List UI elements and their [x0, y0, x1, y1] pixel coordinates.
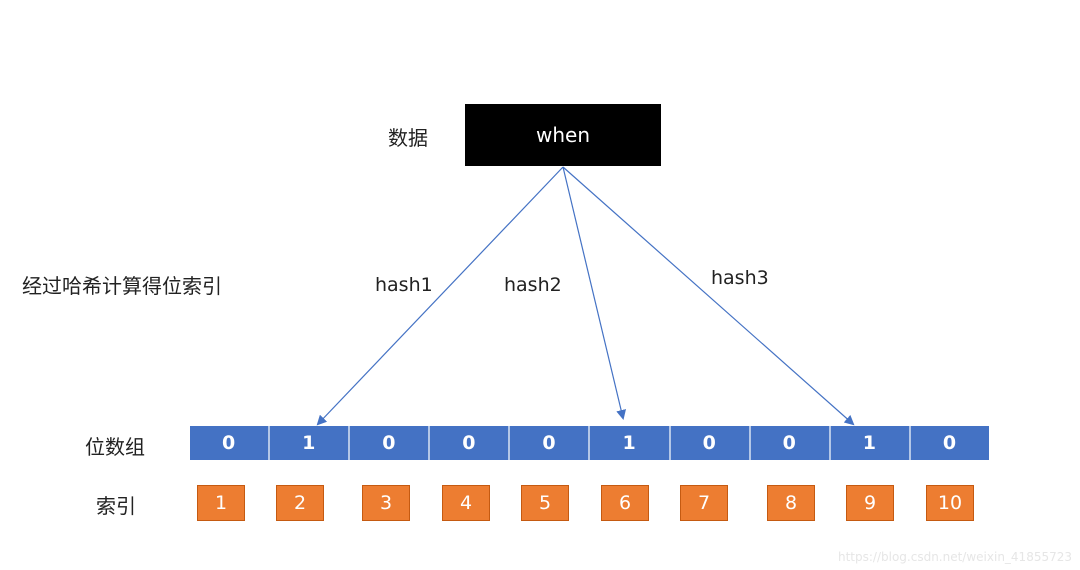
index-box: 5 — [521, 485, 569, 521]
bit-cell: 0 — [671, 426, 751, 460]
index-box: 1 — [197, 485, 245, 521]
hash2-arrow — [562, 166, 627, 420]
hash2-label: hash2 — [504, 274, 562, 296]
bit-cell: 0 — [751, 426, 831, 460]
bit-cell: 1 — [590, 426, 671, 460]
hash3-label: hash3 — [711, 267, 769, 289]
index-box: 9 — [846, 485, 894, 521]
index-box: 3 — [362, 485, 410, 521]
bit-cell: 0 — [510, 426, 591, 460]
bit-cell: 0 — [430, 426, 511, 460]
index-box: 7 — [680, 485, 728, 521]
bit-array: 0 1 0 0 0 1 0 0 1 0 — [190, 426, 989, 460]
bit-array-label: 位数组 — [85, 435, 145, 459]
index-box: 10 — [926, 485, 974, 521]
index-box: 4 — [442, 485, 490, 521]
hash1-label: hash1 — [375, 274, 433, 296]
bit-cell: 1 — [270, 426, 351, 460]
watermark: https://blog.csdn.net/weixin_41855723 — [837, 550, 1072, 564]
hash3-arrow — [562, 166, 855, 426]
bit-cell: 1 — [831, 426, 911, 460]
bit-cell: 0 — [350, 426, 431, 460]
bit-cell: 0 — [190, 426, 271, 460]
index-box: 6 — [601, 485, 649, 521]
index-box: 8 — [767, 485, 815, 521]
index-box: 2 — [276, 485, 324, 521]
bit-cell: 0 — [942, 432, 957, 454]
index-label: 索引 — [96, 494, 136, 518]
